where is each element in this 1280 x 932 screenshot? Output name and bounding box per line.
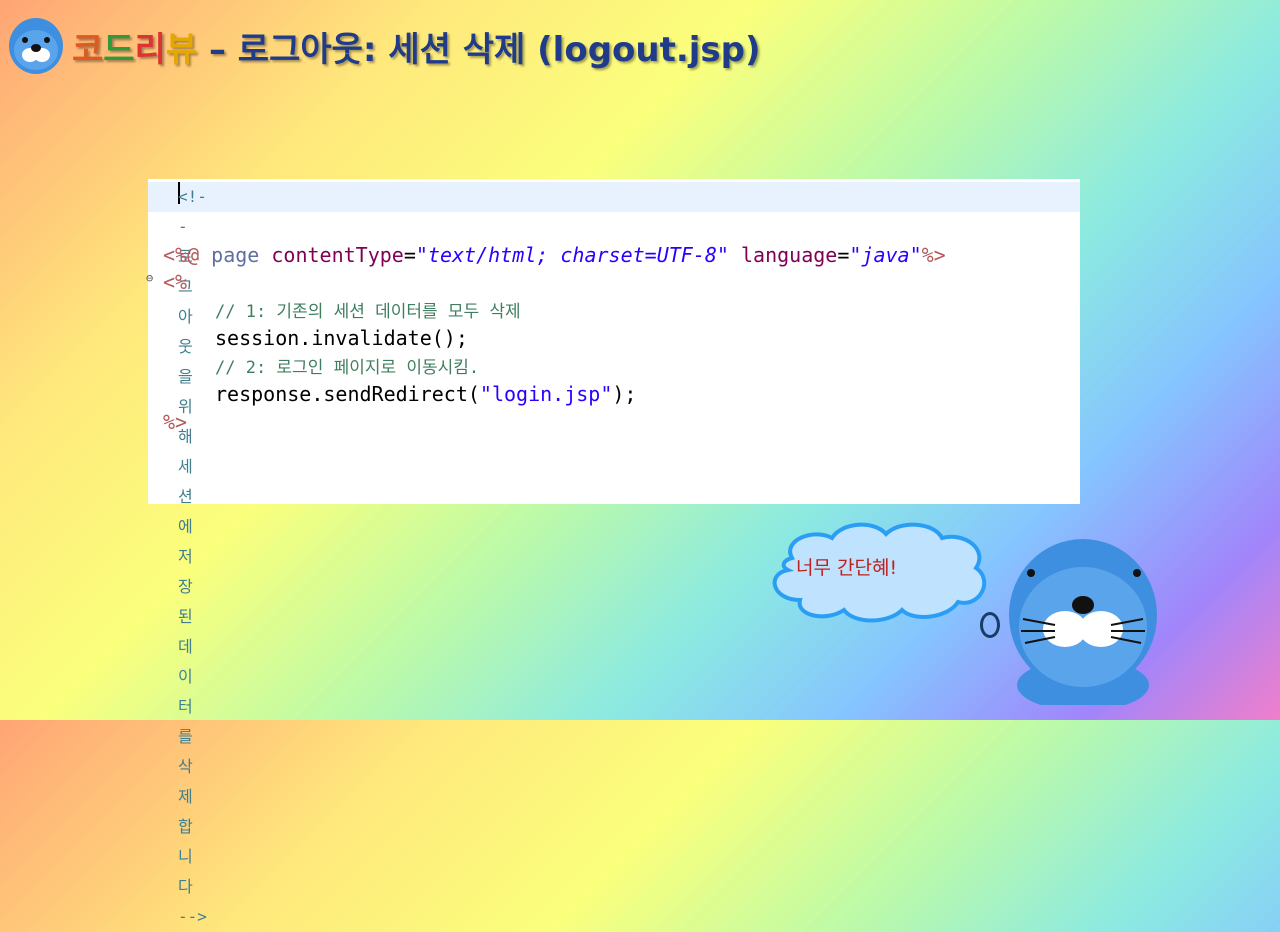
statement-2-post: ); — [612, 382, 637, 406]
title-part-1: 코 — [72, 30, 104, 70]
directive-page: page — [199, 243, 272, 267]
directive-open: <%@ — [163, 243, 200, 267]
otter-mascot-icon — [9, 18, 63, 74]
directive-eq1: = — [403, 243, 416, 267]
title-rest: – 로그아웃: 세션 삭제 (logout.jsp) — [197, 30, 761, 70]
code-statement-1: session.invalidate(); — [215, 324, 468, 352]
title-bar: 코드리뷰 – 로그아웃: 세션 삭제 (logout.jsp) — [0, 0, 1280, 80]
scriptlet-close-line: %> — [163, 408, 187, 436]
code-editor-panel[interactable]: <!-- 로그아웃을 위해 세션에 저장된 데이터를 삭제합니다 --> <%@… — [146, 179, 1080, 926]
code-comment-1: // 1: 기존의 세션 데이터를 모두 삭제 — [215, 296, 521, 326]
directive-eq2: = — [837, 243, 850, 267]
slide-title: 코드리뷰 – 로그아웃: 세션 삭제 (logout.jsp) — [72, 22, 761, 71]
statement-1-text: session.invalidate(); — [215, 326, 468, 350]
otter-mascot-icon — [1009, 539, 1157, 705]
scriptlet-open: <% — [163, 270, 188, 294]
code-statement-2: response.sendRedirect("login.jsp"); — [215, 380, 636, 408]
page-directive-line: <%@ page contentType="text/html; charset… — [163, 241, 946, 269]
directive-close: %> — [921, 243, 946, 267]
title-part-4: 뷰 — [165, 30, 198, 70]
directive-attr-language: language — [728, 243, 838, 267]
directive-val-contenttype: "text/html; charset=UTF-8" — [415, 243, 729, 267]
statement-2-string: "login.jsp" — [479, 382, 613, 406]
directive-attr-contenttype: contentType — [271, 243, 404, 267]
comment-1-text: // 1: 기존의 세션 데이터를 모두 삭제 — [215, 302, 521, 322]
scriptlet-close: %> — [163, 410, 188, 434]
title-part-3: 리 — [134, 30, 166, 70]
comment-2-text: // 2: 로그인 페이지로 이동시킴. — [215, 358, 480, 378]
fold-collapse-icon[interactable]: ⊖ — [146, 271, 153, 285]
speech-bubble-text: 너무 간단혜! — [796, 557, 898, 579]
editor-highlighted-line[interactable]: <!-- 로그아웃을 위해 세션에 저장된 데이터를 삭제합니다 --> — [148, 182, 1080, 926]
statement-2-pre: response.sendRedirect( — [215, 382, 480, 406]
code-comment-2: // 2: 로그인 페이지로 이동시킴. — [215, 352, 479, 382]
directive-val-language: "java" — [849, 243, 922, 267]
title-part-2: 드 — [103, 30, 135, 70]
thought-bubble-dot — [980, 612, 1000, 638]
scriptlet-open-line: <% — [163, 268, 187, 296]
